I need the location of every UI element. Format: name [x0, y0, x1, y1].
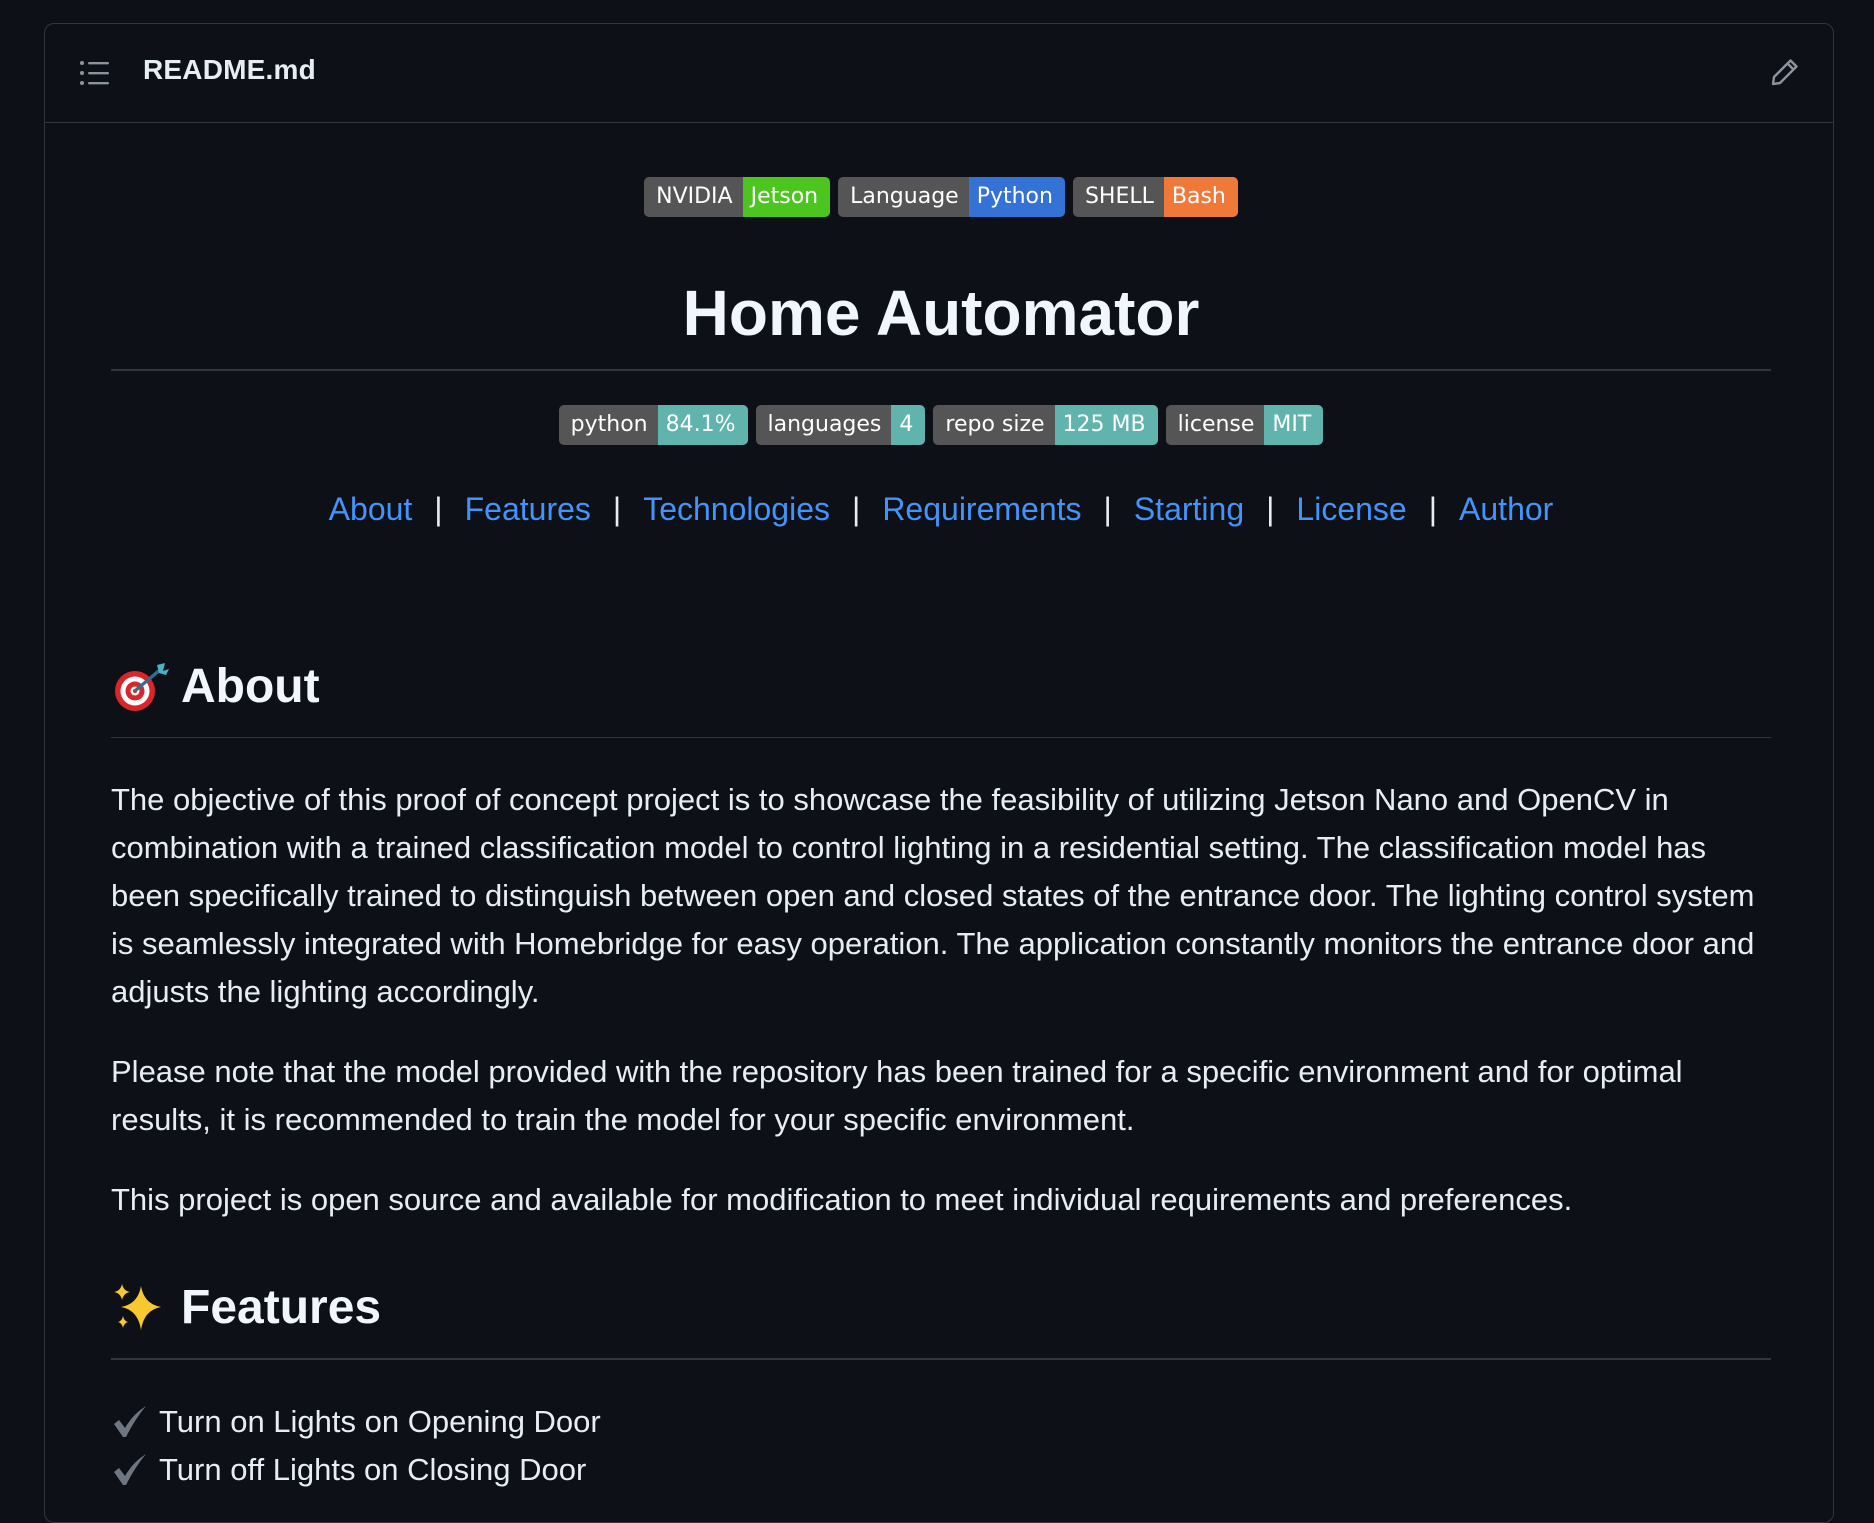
nav-link-author[interactable]: Author [1459, 491, 1553, 527]
features-list: Turn on Lights on Opening Door Turn off … [111, 1398, 1771, 1494]
about-heading-text: About [181, 659, 320, 713]
badge-value: 125 MB [1054, 404, 1158, 445]
badge-python-percent[interactable]: python 84.1% [558, 404, 748, 445]
nav-separator: | [1103, 490, 1112, 527]
nav-separator: | [434, 490, 443, 527]
badge-shell-bash[interactable]: SHELL Bash [1072, 177, 1238, 217]
nav-separator: | [852, 490, 861, 527]
stats-badges: python 84.1% languages 4 repo size 125 M… [111, 404, 1771, 445]
badge-value: MIT [1264, 404, 1324, 445]
badge-nvidia-jetson[interactable]: NVIDIA Jetson [644, 177, 831, 217]
badge-label: SHELL [1072, 177, 1164, 217]
badge-label: Language [838, 177, 969, 217]
nav-link-features[interactable]: Features [465, 491, 591, 527]
section-nav: About | Features | Technologies | Requirements… [111, 493, 1771, 525]
sparkles-emoji-icon [114, 1284, 161, 1330]
badge-label: python [558, 404, 658, 445]
about-paragraph-3: This project is open source and availabl… [111, 1182, 1573, 1217]
badge-label: repo size [933, 404, 1055, 445]
badge-value: 84.1% [657, 404, 748, 445]
feature-text: Turn on Lights on Opening Door [159, 1403, 601, 1439]
badge-value: 4 [891, 404, 926, 445]
nav-separator: | [1428, 490, 1438, 527]
readme-header: README.md [45, 24, 1833, 123]
nav-link-license[interactable]: License [1296, 491, 1406, 527]
nav-link-starting[interactable]: Starting [1134, 491, 1244, 527]
nav-separator: | [612, 490, 622, 527]
features-heading: Features [111, 1282, 1771, 1334]
about-heading: About [111, 661, 1771, 713]
check-mark-icon [114, 1405, 146, 1437]
feature-text: Turn off Lights on Closing Door [159, 1451, 587, 1487]
readme-content: NVIDIA Jetson Language Python SHELL Bash… [111, 124, 1771, 1494]
features-heading-text: Features [181, 1281, 382, 1334]
badge-label: license [1165, 404, 1265, 445]
badge-language-python[interactable]: Language Python [838, 177, 1065, 217]
readme-panel: README.md NVIDIA Jetson Language Python … [44, 23, 1834, 1523]
nav-link-about[interactable]: About [329, 491, 413, 527]
check-mark-icon [114, 1453, 146, 1485]
badge-label: languages [755, 404, 892, 445]
about-divider [111, 736, 1771, 738]
nav-link-technologies[interactable]: Technologies [643, 491, 830, 527]
title-divider [111, 369, 1771, 371]
features-divider [111, 1358, 1771, 1360]
dart-target-emoji-icon [115, 662, 169, 711]
list-unordered-icon[interactable] [79, 60, 109, 86]
pencil-icon[interactable] [1769, 56, 1801, 88]
badge-value: Python [968, 177, 1065, 217]
badge-label: NVIDIA [644, 177, 743, 217]
tech-badges: NVIDIA Jetson Language Python SHELL Bash [111, 177, 1771, 217]
list-item: Turn on Lights on Opening Door [111, 1398, 1771, 1446]
badge-languages-count[interactable]: languages 4 [755, 404, 926, 445]
badge-license[interactable]: license MIT [1165, 404, 1324, 445]
nav-separator: | [1266, 490, 1275, 527]
nav-link-requirements[interactable]: Requirements [882, 491, 1081, 527]
badge-value: Bash [1163, 177, 1238, 217]
page-title: Home Automator [682, 277, 1200, 349]
file-name: README.md [143, 54, 316, 85]
list-item: Turn off Lights on Closing Door [111, 1446, 1771, 1494]
about-paragraph-1: The objective of this proof of concept p… [111, 782, 1755, 1009]
badge-value: Jetson [742, 177, 831, 217]
about-paragraph-2: Please note that the model provided with… [111, 1054, 1683, 1137]
badge-repo-size[interactable]: repo size 125 MB [933, 404, 1158, 445]
